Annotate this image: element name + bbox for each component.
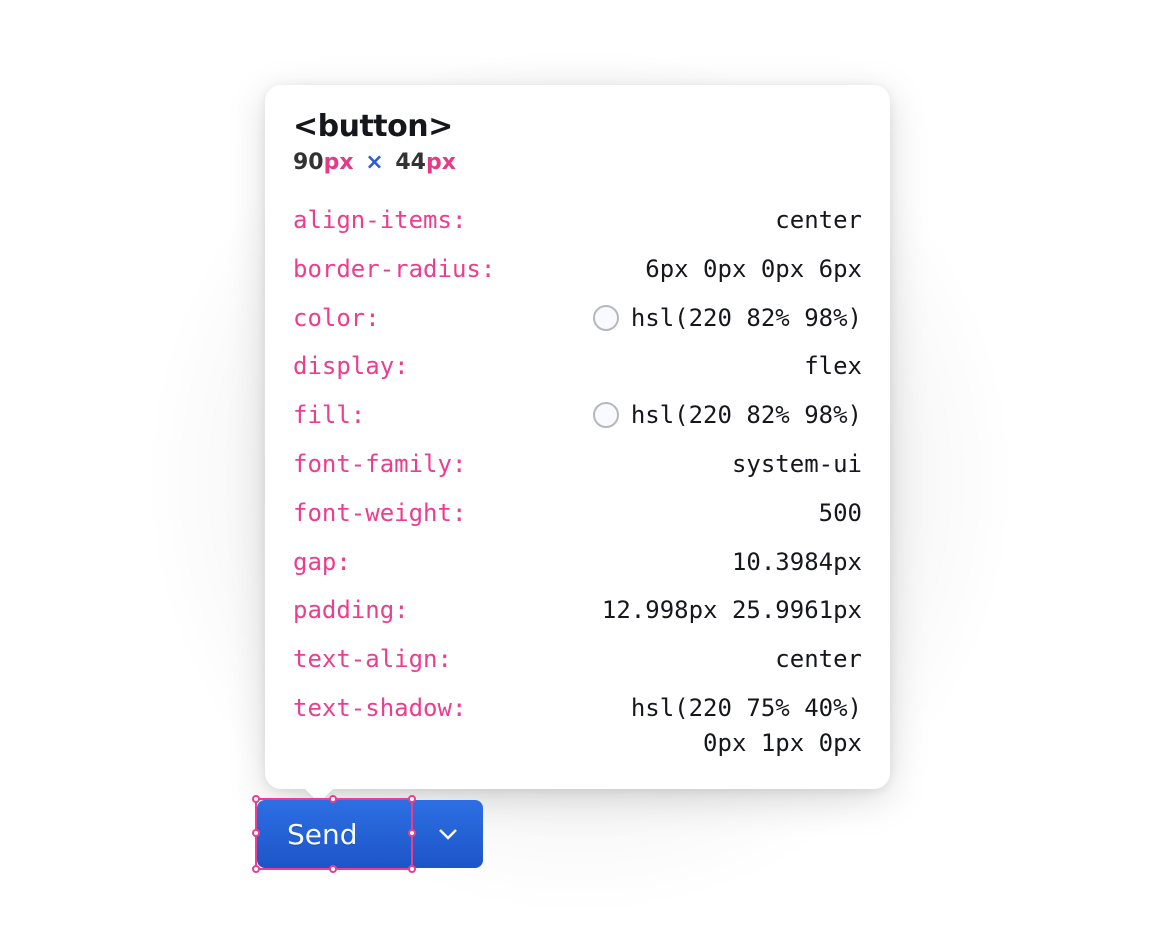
prop-value: 12.998px 25.9961px — [429, 593, 862, 628]
prop-row: border-radius: 6px 0px 0px 6px — [293, 252, 862, 287]
prop-row: display: flex — [293, 349, 862, 384]
dimension-width-unit: px — [324, 150, 354, 175]
prop-name: align-items: — [293, 203, 466, 238]
prop-value: 500 — [486, 496, 862, 531]
prop-value-text: center — [775, 203, 862, 238]
prop-name: display: — [293, 349, 409, 384]
prop-row: align-items: center — [293, 203, 862, 238]
prop-value: center — [472, 642, 862, 677]
prop-row: fill: hsl(220 82% 98%) — [293, 398, 862, 433]
prop-row: gap: 10.3984px — [293, 545, 862, 580]
prop-name: border-radius: — [293, 252, 495, 287]
dimension-height-unit: px — [426, 150, 456, 175]
color-swatch-icon — [593, 402, 619, 428]
prop-name: text-align: — [293, 642, 452, 677]
prop-value-text: flex — [804, 349, 862, 384]
prop-name: color: — [293, 301, 380, 336]
prop-value-text: system-ui — [732, 447, 862, 482]
prop-value-text: 500 — [819, 496, 862, 531]
prop-name: font-family: — [293, 447, 466, 482]
prop-value-text: hsl(220 82% 98%) — [631, 301, 862, 336]
prop-row: color: hsl(220 82% 98%) — [293, 301, 862, 336]
prop-value: 6px 0px 0px 6px — [515, 252, 862, 287]
split-button-group: Send — [257, 800, 483, 868]
prop-name: text-shadow: — [293, 691, 466, 726]
chevron-down-icon — [438, 828, 458, 840]
send-button-label: Send — [287, 818, 358, 851]
prop-value-text: 6px 0px 0px 6px — [645, 252, 862, 287]
prop-row: padding: 12.998px 25.9961px — [293, 593, 862, 628]
prop-value-text: center — [775, 642, 862, 677]
dimension-height: 44 — [395, 150, 426, 175]
prop-value-text: 10.3984px — [732, 545, 862, 580]
element-dimensions: 90px × 44px — [293, 150, 862, 175]
send-button[interactable]: Send — [257, 800, 411, 868]
dimension-times: × — [365, 150, 383, 175]
prop-row: font-family: system-ui — [293, 447, 862, 482]
prop-name: padding: — [293, 593, 409, 628]
send-dropdown-button[interactable] — [411, 800, 483, 868]
prop-value: hsl(220 75% 40%) 0px 1px 0px — [486, 691, 862, 761]
color-swatch-icon — [593, 305, 619, 331]
css-inspector-tooltip: <button> 90px × 44px align-items: center… — [265, 85, 890, 789]
prop-row: text-shadow: hsl(220 75% 40%) 0px 1px 0p… — [293, 691, 862, 761]
prop-value: 10.3984px — [371, 545, 862, 580]
prop-value-text: hsl(220 75% 40%) 0px 1px 0px — [631, 691, 862, 761]
prop-value: hsl(220 82% 98%) — [400, 301, 862, 336]
prop-row: text-align: center — [293, 642, 862, 677]
prop-value: hsl(220 82% 98%) — [385, 398, 862, 433]
prop-name: gap: — [293, 545, 351, 580]
prop-row: font-weight: 500 — [293, 496, 862, 531]
prop-value: center — [486, 203, 862, 238]
dimension-width: 90 — [293, 150, 324, 175]
element-tag: <button> — [293, 109, 862, 144]
prop-name: font-weight: — [293, 496, 466, 531]
prop-value-text: hsl(220 82% 98%) — [631, 398, 862, 433]
prop-value: system-ui — [486, 447, 862, 482]
prop-name: fill: — [293, 398, 365, 433]
prop-value-text: 12.998px 25.9961px — [602, 593, 862, 628]
prop-value: flex — [429, 349, 862, 384]
css-properties-list: align-items: center border-radius: 6px 0… — [293, 203, 862, 761]
